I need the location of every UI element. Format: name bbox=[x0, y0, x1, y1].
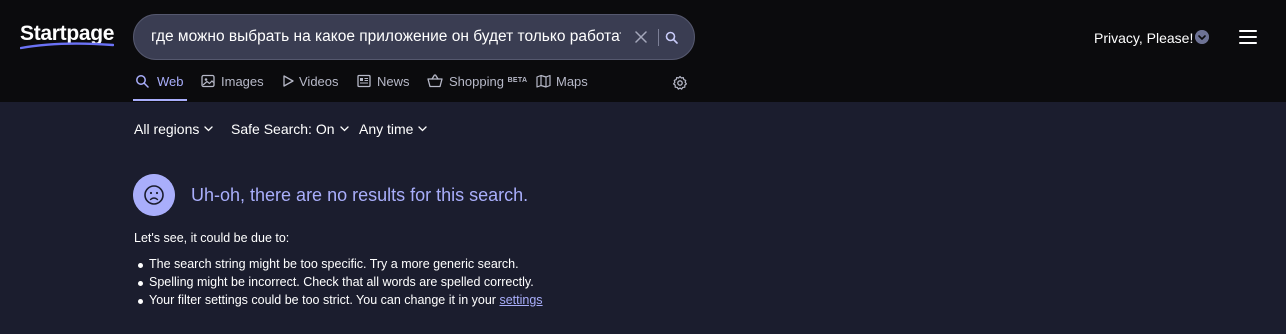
reason-text: The search string might be too specific.… bbox=[149, 257, 519, 271]
close-icon[interactable] bbox=[634, 30, 648, 44]
image-icon bbox=[201, 74, 215, 88]
chevron-down-icon bbox=[339, 126, 349, 132]
news-icon bbox=[357, 74, 371, 88]
account-menu-button[interactable]: Privacy, Please! bbox=[1094, 28, 1193, 48]
no-results-title: Uh-oh, there are no results for this sea… bbox=[191, 185, 529, 205]
no-results-reasons-list: The search string might be too specific.… bbox=[134, 257, 543, 311]
chevron-down-icon bbox=[418, 126, 428, 132]
gear-icon[interactable] bbox=[672, 75, 688, 91]
tab-label: Videos bbox=[299, 74, 339, 89]
map-icon bbox=[536, 74, 551, 88]
time-filter-label: Any time bbox=[359, 121, 414, 137]
list-item: The search string might be too specific.… bbox=[134, 257, 543, 275]
tab-label: News bbox=[377, 74, 410, 89]
reason-text: Spelling might be incorrect. Check that … bbox=[149, 275, 534, 289]
region-filter-dropdown[interactable]: All regions bbox=[134, 120, 214, 138]
safe-search-label: Safe Search: On bbox=[231, 121, 335, 137]
reason-text: Your filter settings could be too strict… bbox=[149, 293, 496, 307]
tab-label: Web bbox=[157, 74, 184, 89]
tab-label: Maps bbox=[556, 74, 588, 89]
beta-badge: BETA bbox=[507, 77, 528, 84]
search-input[interactable]: где можно выбрать на какое приложение он… bbox=[151, 15, 621, 59]
hamburger-menu-icon[interactable] bbox=[1239, 30, 1257, 44]
bullet bbox=[138, 299, 143, 304]
startpage-logo[interactable]: Startpage bbox=[20, 22, 114, 50]
search-divider bbox=[658, 29, 659, 46]
top-header: Startpage где можно выбрать на какое при… bbox=[0, 0, 1286, 102]
shopping-basket-icon bbox=[427, 74, 443, 88]
safe-search-filter-dropdown[interactable]: Safe Search: On bbox=[231, 120, 349, 138]
list-item: Spelling might be incorrect. Check that … bbox=[134, 275, 543, 293]
sad-face-icon bbox=[133, 174, 175, 216]
bullet bbox=[138, 281, 143, 286]
logo-swoosh-icon bbox=[20, 42, 114, 50]
settings-link[interactable]: settings bbox=[499, 293, 542, 307]
search-icon[interactable] bbox=[665, 31, 678, 44]
play-icon bbox=[283, 75, 294, 87]
active-tab-indicator bbox=[133, 99, 187, 101]
search-box[interactable]: где можно выбрать на какое приложение он… bbox=[133, 14, 695, 60]
region-filter-label: All regions bbox=[134, 121, 200, 137]
search-icon bbox=[136, 75, 149, 88]
chevron-down-icon[interactable] bbox=[1195, 30, 1209, 44]
tab-label: Shopping BETA bbox=[449, 74, 528, 89]
chevron-down-icon bbox=[204, 126, 214, 132]
list-item: Your filter settings could be too strict… bbox=[134, 293, 543, 311]
time-filter-dropdown[interactable]: Any time bbox=[359, 120, 428, 138]
bullet bbox=[138, 263, 143, 268]
no-results-explanation: Let's see, it could be due to: bbox=[134, 231, 290, 245]
tab-label: Images bbox=[221, 74, 264, 89]
